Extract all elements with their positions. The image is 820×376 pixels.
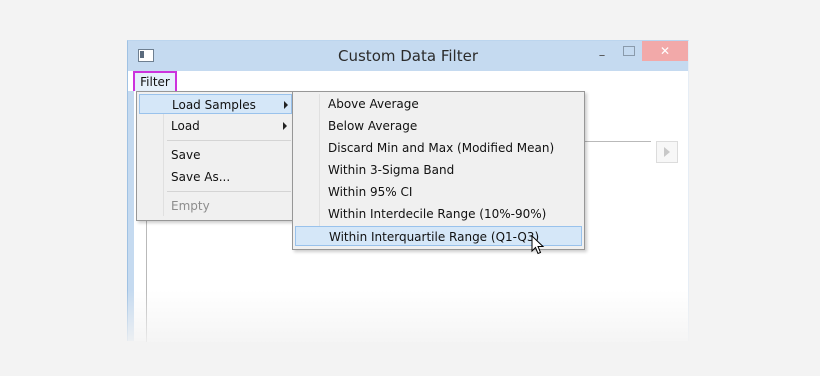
menu-item-label: Below Average: [328, 119, 418, 133]
menu-item-label: Above Average: [328, 97, 419, 111]
chevron-right-icon: [284, 101, 288, 109]
menu-separator: [167, 140, 291, 141]
menu-item-interdecile[interactable]: Within Interdecile Range (10%-90%): [295, 204, 582, 224]
menu-item-label: Load: [171, 119, 200, 133]
menu-bar: Filter: [128, 71, 688, 93]
arrow-right-icon[interactable]: [656, 141, 678, 163]
bottom-fade: [120, 290, 700, 350]
title-bar: Custom Data Filter – ✕: [128, 41, 688, 71]
menu-item-save[interactable]: Save: [139, 145, 292, 165]
menu-item-label: Save As...: [171, 170, 231, 184]
menu-item-label: Discard Min and Max (Modified Mean): [328, 141, 555, 155]
screen: Custom Data Filter – ✕ Filter Load Sampl…: [0, 0, 820, 376]
menu-item-label: Save: [171, 148, 201, 162]
menu-filter[interactable]: Filter: [133, 71, 177, 93]
load-samples-submenu: Above Average Below Average Discard Min …: [292, 91, 585, 250]
menu-item-label: Within 3-Sigma Band: [328, 163, 455, 177]
minimize-button[interactable]: –: [594, 49, 610, 63]
menu-item-discard-min-max[interactable]: Discard Min and Max (Modified Mean): [295, 138, 582, 158]
close-button[interactable]: ✕: [642, 41, 688, 61]
menu-item-empty: Empty: [139, 196, 292, 216]
menu-item-label: Empty: [171, 199, 210, 213]
filter-menu: Load Samples Load Save Save As... Empty: [136, 91, 295, 221]
chevron-right-icon: [283, 122, 287, 130]
menu-item-label: Load Samples: [172, 98, 256, 112]
menu-item-load-samples[interactable]: Load Samples: [139, 94, 292, 114]
menu-item-label: Within 95% CI: [328, 185, 413, 199]
menu-item-save-as[interactable]: Save As...: [139, 167, 292, 187]
menu-item-below-average[interactable]: Below Average: [295, 116, 582, 136]
menu-item-label: Within Interquartile Range (Q1-Q3): [329, 230, 540, 244]
menu-item-above-average[interactable]: Above Average: [295, 94, 582, 114]
mouse-pointer-icon: [531, 235, 545, 255]
menu-item-95-ci[interactable]: Within 95% CI: [295, 182, 582, 202]
maximize-button[interactable]: [623, 46, 635, 56]
menu-item-label: Within Interdecile Range (10%-90%): [328, 207, 547, 221]
menu-item-3-sigma[interactable]: Within 3-Sigma Band: [295, 160, 582, 180]
menu-item-load[interactable]: Load: [139, 116, 292, 136]
menu-separator: [167, 191, 291, 192]
